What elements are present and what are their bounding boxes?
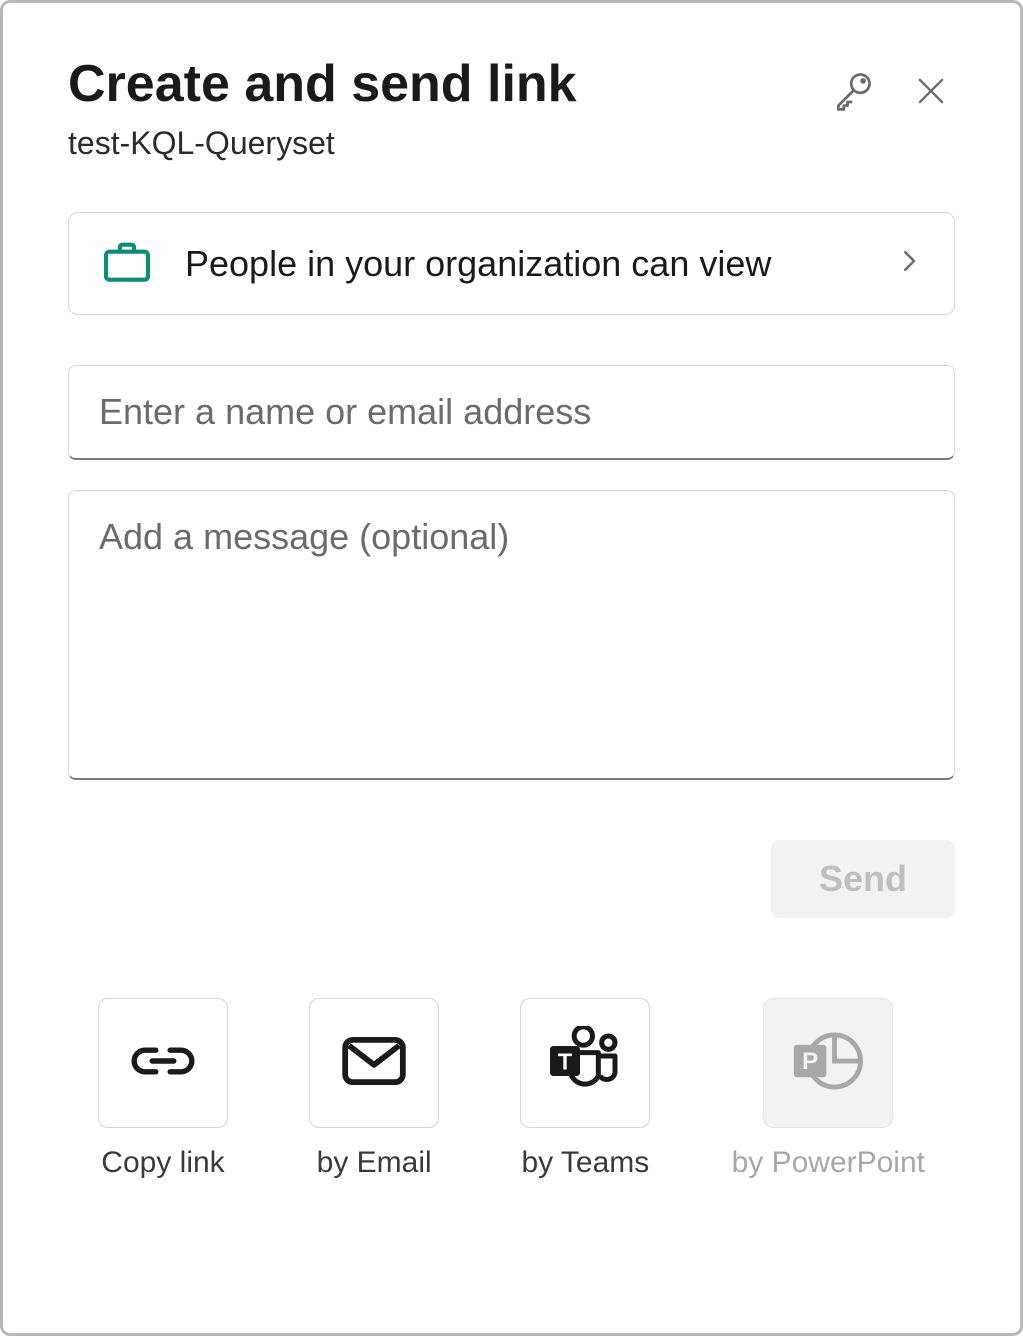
close-icon bbox=[912, 72, 950, 110]
by-powerpoint-option[interactable]: P by PowerPoint bbox=[732, 998, 925, 1180]
link-icon bbox=[127, 1037, 199, 1090]
by-teams-tile: T bbox=[520, 998, 650, 1128]
dialog-header: Create and send link test-KQL-Queryset bbox=[68, 53, 955, 162]
share-options: Copy link by Email bbox=[68, 998, 955, 1180]
header-text: Create and send link test-KQL-Queryset bbox=[68, 53, 829, 162]
copy-link-option[interactable]: Copy link bbox=[98, 998, 228, 1180]
close-button[interactable] bbox=[907, 67, 955, 115]
header-actions bbox=[829, 53, 955, 115]
copy-link-label: Copy link bbox=[101, 1146, 224, 1180]
chevron-right-icon bbox=[894, 246, 924, 281]
key-icon bbox=[831, 69, 875, 113]
recipient-input[interactable] bbox=[68, 365, 955, 460]
dialog-subtitle: test-KQL-Queryset bbox=[68, 125, 829, 162]
by-email-tile bbox=[309, 998, 439, 1128]
share-dialog: Create and send link test-KQL-Queryset bbox=[0, 0, 1023, 1336]
send-button[interactable]: Send bbox=[771, 840, 955, 918]
permission-selector[interactable]: People in your organization can view bbox=[68, 212, 955, 315]
by-email-label: by Email bbox=[317, 1146, 432, 1180]
permission-text: People in your organization can view bbox=[185, 240, 864, 289]
teams-icon: T bbox=[545, 1026, 625, 1101]
briefcase-icon bbox=[99, 233, 155, 294]
by-teams-option[interactable]: T by Teams bbox=[520, 998, 650, 1180]
by-powerpoint-tile: P bbox=[763, 998, 893, 1128]
dialog-title: Create and send link bbox=[68, 53, 829, 115]
send-row: Send bbox=[68, 840, 955, 918]
copy-link-tile bbox=[98, 998, 228, 1128]
email-icon bbox=[341, 1036, 407, 1091]
by-teams-label: by Teams bbox=[521, 1146, 649, 1180]
key-button[interactable] bbox=[829, 67, 877, 115]
svg-text:P: P bbox=[802, 1048, 818, 1075]
by-email-option[interactable]: by Email bbox=[309, 998, 439, 1180]
by-powerpoint-label: by PowerPoint bbox=[732, 1146, 925, 1180]
powerpoint-icon: P bbox=[789, 1028, 867, 1099]
svg-text:T: T bbox=[558, 1048, 572, 1074]
message-textarea[interactable] bbox=[68, 490, 955, 780]
